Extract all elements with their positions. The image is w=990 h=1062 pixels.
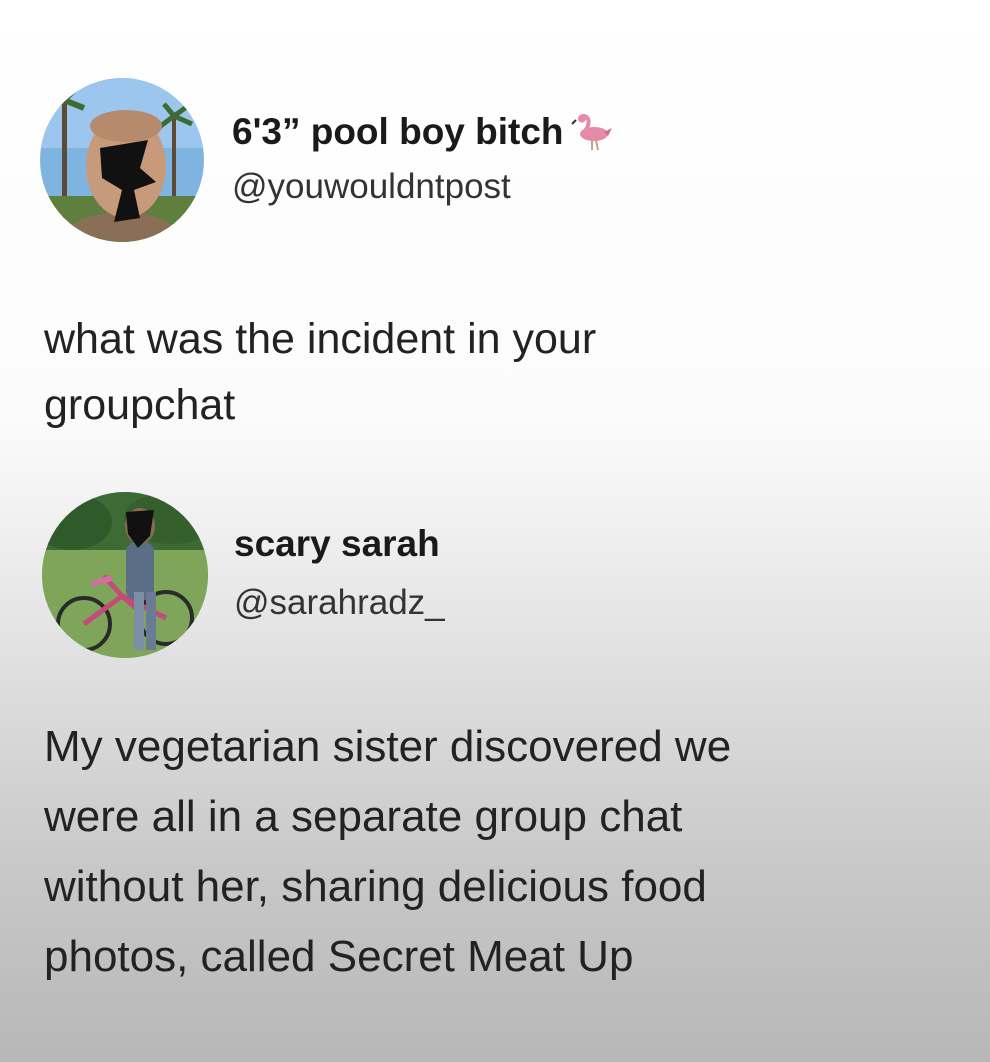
avatar[interactable] bbox=[42, 492, 208, 658]
display-name: 6'3” pool boy bitch bbox=[232, 111, 564, 152]
author-handle[interactable]: @youwouldntpost bbox=[232, 166, 511, 208]
author-name[interactable]: scary sarah bbox=[234, 522, 440, 566]
tweet-text: what was the incident in your groupchat bbox=[44, 315, 597, 429]
avatar-image bbox=[42, 492, 208, 658]
author-handle[interactable]: @sarahradz_ bbox=[234, 582, 445, 624]
flamingo-icon bbox=[570, 108, 614, 152]
tweet-text: My vegetarian sister discovered we were … bbox=[44, 722, 732, 981]
avatar-image bbox=[40, 78, 204, 242]
author-name[interactable]: 6'3” pool boy bitch bbox=[232, 108, 614, 154]
avatar[interactable] bbox=[40, 78, 204, 242]
